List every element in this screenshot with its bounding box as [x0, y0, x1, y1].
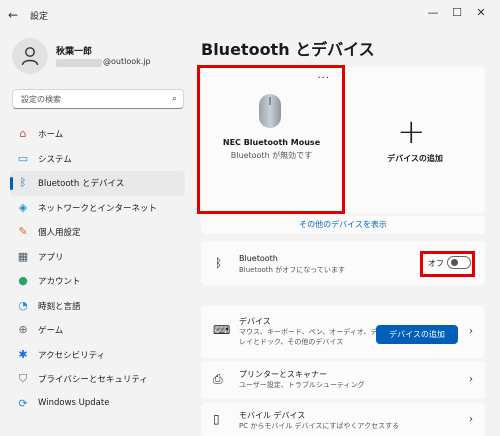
sidebar-item[interactable]: ⌂ ホーム [10, 122, 185, 147]
plus-icon: + [397, 112, 426, 152]
chevron-right-icon: › [469, 374, 473, 385]
sidebar-item[interactable]: ▦ アプリ [10, 245, 185, 270]
mobile-row-title: モバイル デバイス [239, 411, 306, 420]
sidebar-item-label: Windows Update [38, 397, 110, 408]
phone-icon: ▯ [213, 412, 220, 426]
sidebar-item[interactable]: ✎ 個人用設定 [10, 220, 185, 245]
more-options-button[interactable]: ··· [317, 73, 330, 84]
sidebar-item-label: プライバシーとセキュリティ [38, 375, 148, 385]
device-name: NEC Bluetooth Mouse [222, 138, 321, 147]
sidebar-item[interactable]: ▭ システム [10, 147, 185, 172]
mobile-row-subtitle: PC からモバイル デバイスにすばやくアクセスする [239, 422, 400, 430]
sidebar-nav: ⌂ ホーム ▭ システム ᛒ Bluetooth とデバイス ◈ ネットワークとインターネット… [10, 122, 185, 416]
sidebar-item-label: 時刻と言語 [38, 301, 81, 312]
devices-row[interactable]: ⌨ デバイス マウス、キーボード、ペン、オーディオ、ディスプ レイとドック、その… [201, 306, 485, 358]
printers-row-subtitle: ユーザー設定、トラブルシューティング [239, 381, 365, 389]
user-name: 秋葉一郎 [56, 47, 93, 57]
sidebar-item[interactable]: ⟳ Windows Update [10, 392, 185, 417]
sidebar-item[interactable]: ⊕ ゲーム [10, 318, 185, 343]
device-card-mouse[interactable]: ··· NEC Bluetooth Mouse Bluetooth が無効です [201, 67, 342, 213]
mouse-icon [259, 94, 281, 128]
add-device-button[interactable]: デバイスの追加 [376, 325, 458, 344]
bluetooth-toggle-label: オフ [428, 259, 444, 268]
sidebar-item-label: Bluetooth とデバイス [38, 179, 125, 189]
user-profile[interactable]: 秋葉一郎 @outlook.jp [12, 38, 192, 74]
brush-icon: ✎ [18, 225, 28, 238]
user-icon [21, 47, 39, 66]
printer-icon: ⎙ [213, 372, 223, 386]
bluetooth-icon: ᛒ [19, 176, 27, 189]
sidebar-item[interactable]: ◔ 時刻と言語 [10, 294, 185, 319]
keyboard-icon: ⌨ [213, 323, 231, 337]
redacted-email [56, 59, 102, 67]
sidebar-item-label: ネットワークとインターネット [38, 203, 158, 214]
show-more-devices-link[interactable]: その他のデバイスを表示 [201, 216, 485, 234]
chevron-right-icon: › [469, 326, 473, 337]
account-icon: ● [18, 274, 28, 287]
add-device-card[interactable]: + デバイスの追加 [345, 67, 485, 213]
network-icon: ◈ [18, 200, 28, 214]
bluetooth-icon: ᛒ [215, 256, 223, 270]
bluetooth-title: Bluetooth [239, 254, 278, 263]
minimize-button[interactable]: — [422, 4, 444, 22]
back-arrow-icon[interactable]: ← [8, 8, 24, 22]
mobile-devices-row[interactable]: ▯ モバイル デバイス PC からモバイル デバイスにすばやくアクセスする › [201, 403, 485, 436]
sidebar-item[interactable]: ✱ アクセシビリティ [10, 343, 185, 368]
active-indicator [10, 177, 13, 190]
printers-row[interactable]: ⎙ プリンターとスキャナー ユーザー設定、トラブルシューティング › [201, 361, 485, 399]
sidebar-item[interactable]: ◈ ネットワークとインターネット [10, 196, 185, 221]
bluetooth-subtitle: Bluetooth がオフになっています [239, 266, 345, 274]
search-icon: ⌕ [171, 94, 177, 104]
accessibility-icon: ✱ [18, 347, 28, 361]
sidebar-item-label: アカウント [38, 277, 81, 287]
page-title: Bluetooth とデバイス [201, 40, 375, 59]
sidebar-item[interactable]: ● アカウント [10, 269, 185, 294]
sidebar-item-label: システム [38, 154, 72, 165]
time-language-icon: ◔ [18, 298, 28, 312]
search-input[interactable]: 設定の検索 ⌕ [12, 89, 184, 109]
devices-row-subtitle-1: マウス、キーボード、ペン、オーディオ、ディスプ [239, 328, 398, 336]
search-placeholder: 設定の検索 [21, 95, 61, 104]
home-icon: ⌂ [19, 127, 27, 140]
device-status: Bluetooth が無効です [230, 151, 313, 160]
devices-row-subtitle-2: レイとドック、その他のデバイス [239, 338, 344, 346]
user-email: @outlook.jp [103, 57, 151, 66]
sidebar-item[interactable]: ᛒ Bluetooth とデバイス [10, 171, 185, 196]
sidebar-item-label: アクセシビリティ [38, 350, 106, 361]
apps-icon: ▦ [17, 249, 29, 263]
bluetooth-toggle[interactable] [447, 256, 471, 269]
maximize-button[interactable]: ☐ [446, 4, 468, 22]
add-device-label: デバイスの追加 [387, 154, 443, 163]
system-icon: ▭ [17, 151, 29, 165]
sidebar-item-label: 個人用設定 [38, 228, 81, 238]
update-icon: ⟳ [18, 396, 28, 410]
sidebar-item[interactable]: ⛉ プライバシーとセキュリティ [10, 367, 185, 392]
title-bar: ← 設定 — ☐ ✕ [0, 0, 500, 30]
toggle-knob [451, 259, 458, 266]
sidebar-item-label: ホーム [38, 130, 64, 140]
devices-row-title: デバイス [239, 317, 271, 326]
printers-row-title: プリンターとスキャナー [239, 370, 327, 379]
close-button[interactable]: ✕ [470, 4, 492, 22]
sidebar-item-label: ゲーム [38, 326, 64, 336]
sidebar-item-label: アプリ [38, 252, 64, 263]
shield-icon: ⛉ [18, 372, 28, 385]
chevron-right-icon: › [469, 414, 473, 425]
avatar [12, 38, 48, 74]
window-title: 設定 [30, 12, 49, 22]
game-icon: ⊕ [18, 323, 28, 336]
